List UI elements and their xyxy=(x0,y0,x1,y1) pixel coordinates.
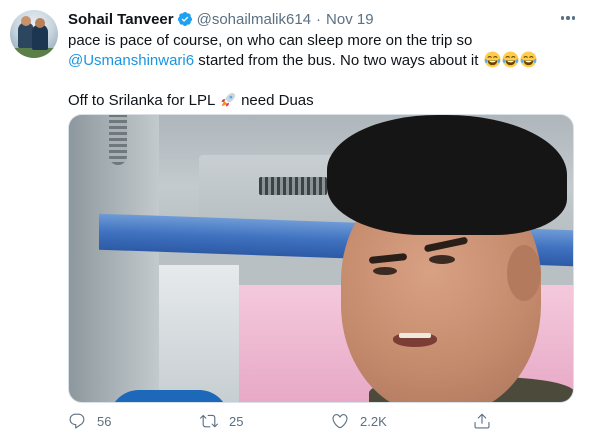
tweet-text-line-1: pace is pace of course, on who can sleep… xyxy=(68,32,473,49)
rocket-emoji-icon xyxy=(221,92,236,107)
author-avatar[interactable] xyxy=(10,10,58,58)
mention-link[interactable]: @Usmanshinwari6 xyxy=(68,52,194,69)
tweet[interactable]: Sohail Tanveer @sohailmalik614 · Nov 19 … xyxy=(0,0,591,433)
joy-emoji-icon xyxy=(502,51,519,68)
tweet-timestamp[interactable]: Nov 19 xyxy=(326,11,374,28)
retweet-button[interactable]: 25 xyxy=(200,411,243,431)
heart-icon xyxy=(332,414,348,429)
tweet-text: pace is pace of course, on who can sleep… xyxy=(68,31,578,111)
joy-emoji-icon xyxy=(520,51,537,68)
share-button[interactable] xyxy=(473,411,491,431)
reply-count: 56 xyxy=(97,413,112,429)
joy-emoji-icon xyxy=(484,51,501,68)
air-vent xyxy=(259,177,327,195)
reply-icon xyxy=(69,413,85,429)
like-count: 2.2K xyxy=(360,413,387,429)
reply-button[interactable]: 56 xyxy=(68,411,111,431)
tweet-actions: 56 25 2.2K xyxy=(68,411,548,431)
header-separator: · xyxy=(316,10,322,28)
tweet-text-line-2: @Usmanshinwari6 started from the bus. No… xyxy=(68,51,578,71)
tweet-header: Sohail Tanveer @sohailmalik614 · Nov 19 xyxy=(68,10,374,28)
like-button[interactable]: 2.2K xyxy=(331,411,387,431)
share-icon xyxy=(474,413,490,429)
author-name[interactable]: Sohail Tanveer xyxy=(68,11,174,28)
retweet-count: 25 xyxy=(229,413,244,429)
author-handle[interactable]: @sohailmalik614 xyxy=(197,11,311,28)
more-options-icon[interactable] xyxy=(557,8,579,28)
retweet-icon xyxy=(200,414,218,428)
verified-badge-icon xyxy=(177,12,192,26)
tweet-text-line-3: Off to Srilanka for LPL need Duas xyxy=(68,92,314,109)
tweet-photo[interactable] xyxy=(68,114,574,403)
